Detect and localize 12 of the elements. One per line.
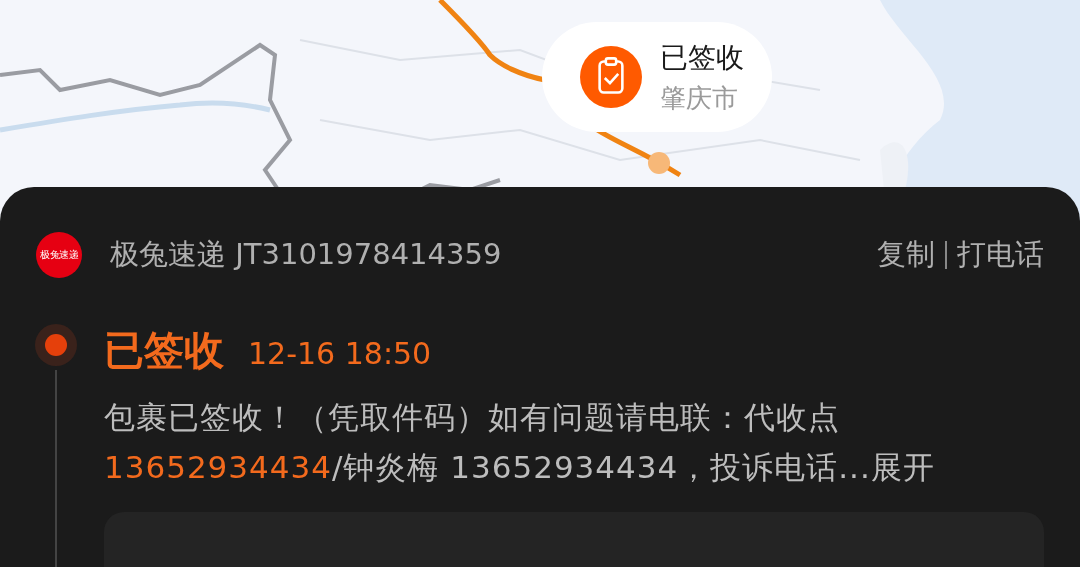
clipboard-check-icon xyxy=(580,46,642,108)
phone-link[interactable]: 13652934434 xyxy=(104,449,332,485)
action-button[interactable]: 打电话 xyxy=(957,235,1044,275)
popup-city: 肇庆市 xyxy=(660,81,739,115)
action-button[interactable]: 复制 xyxy=(877,235,935,275)
tracking-number: 极兔速递 JT3101978414359 xyxy=(110,236,502,273)
popup-status: 已签收 xyxy=(660,39,744,76)
expand-link[interactable]: 展开 xyxy=(870,449,935,485)
event-description: 包裹已签收！（凭取件码）如有问题请电联：代收点 13652934434/钟炎梅 13652934434，投诉电话...展开 xyxy=(104,398,936,487)
event-time: 12-16 18:50 xyxy=(248,336,432,371)
courier-logo: 极兔速递 xyxy=(36,232,82,278)
event-status: 已签收 xyxy=(104,326,224,375)
